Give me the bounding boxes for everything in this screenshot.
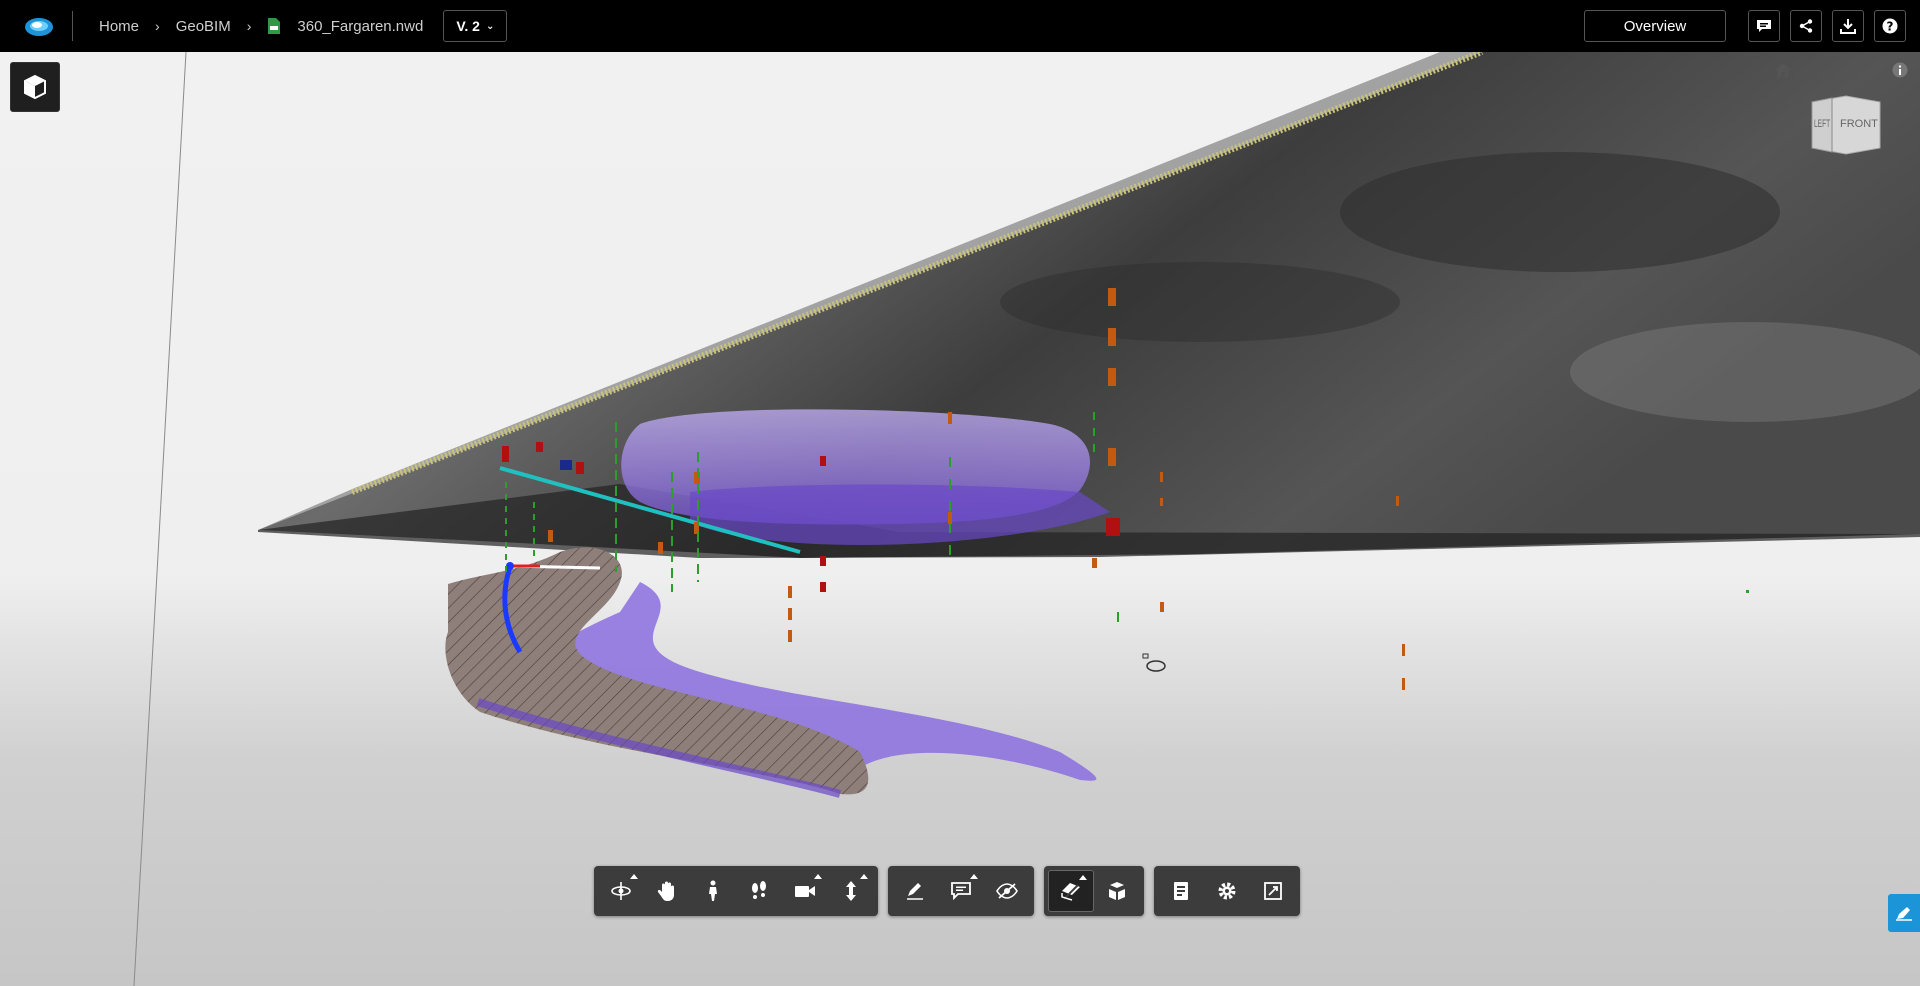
hide-tool[interactable] (984, 870, 1030, 912)
topbar-divider (72, 11, 73, 41)
explode-icon (1109, 882, 1125, 900)
model-tools-group (1044, 866, 1144, 916)
navigation-tools-group (594, 866, 878, 916)
walk-icon (709, 880, 717, 901)
breadcrumb-file[interactable]: 360_Fargaren.nwd (297, 18, 423, 35)
help-icon: ? (1882, 18, 1898, 34)
camera-icon (795, 886, 815, 897)
breadcrumb-separator: › (246, 18, 252, 34)
walk-tool[interactable] (690, 870, 736, 912)
section-icon (1061, 883, 1080, 901)
comment-icon (1757, 20, 1771, 32)
breadcrumb: Home › GeoBIM › 360_Fargaren.nwd (99, 18, 423, 35)
home-view-button[interactable] (1774, 62, 1792, 83)
markup-tool[interactable] (892, 870, 938, 912)
help-button[interactable]: ? (1874, 10, 1906, 42)
pan-tool[interactable] (644, 870, 690, 912)
settings-icon (1218, 882, 1236, 900)
breadcrumb-separator: › (155, 18, 160, 34)
version-label: V. 2 (456, 18, 480, 34)
home-icon (1775, 63, 1791, 77)
markup-panel-tab[interactable] (1888, 894, 1920, 932)
section-tool[interactable] (1048, 870, 1094, 912)
app-logo-icon[interactable] (24, 15, 54, 37)
scene-canvas[interactable] (0, 52, 1920, 986)
viewcube-front-label[interactable]: FRONT (1840, 118, 1878, 130)
comment-button[interactable] (1748, 10, 1780, 42)
comment-tool[interactable] (938, 870, 984, 912)
camera-tool[interactable] (782, 870, 828, 912)
vertical-move-icon (846, 881, 856, 901)
download-button[interactable] (1832, 10, 1864, 42)
hide-icon (996, 883, 1018, 899)
properties-icon (1174, 882, 1188, 900)
properties-tool[interactable] (1158, 870, 1204, 912)
orbit-tool[interactable] (598, 870, 644, 912)
grid-line (133, 52, 187, 986)
share-icon (1799, 19, 1813, 33)
nwd-file-icon (267, 18, 281, 34)
orbit-icon (611, 882, 631, 900)
settings-tool[interactable] (1204, 870, 1250, 912)
fullscreen-tool[interactable] (1250, 870, 1296, 912)
explode-tool[interactable] (1094, 870, 1140, 912)
purple-geobody-lower (445, 547, 1097, 798)
fullscreen-icon (1264, 882, 1282, 900)
breadcrumb-project[interactable]: GeoBIM (176, 18, 231, 35)
model-viewport[interactable]: LEFT FRONT (0, 52, 1920, 986)
download-icon (1840, 19, 1856, 34)
markup-icon (907, 883, 923, 900)
comment-icon (951, 882, 971, 900)
version-dropdown[interactable]: V. 2 ⌄ (443, 10, 508, 42)
vertical-move-tool[interactable] (828, 870, 874, 912)
footprints-icon (752, 881, 766, 899)
orbit-cursor-icon (1142, 653, 1166, 672)
info-icon (1892, 62, 1908, 78)
info-button[interactable] (1892, 62, 1908, 83)
overview-button[interactable]: Overview (1584, 10, 1726, 42)
footprints-tool[interactable] (736, 870, 782, 912)
cube-icon (24, 74, 46, 100)
settings-tools-group (1154, 866, 1300, 916)
viewer-toolbar (594, 866, 1300, 916)
chevron-down-icon: ⌄ (485, 20, 495, 32)
svg-text:?: ? (1887, 20, 1894, 34)
viewcube-left-label[interactable]: LEFT (1814, 118, 1830, 130)
terrain-surface (258, 52, 1920, 558)
breadcrumb-home[interactable]: Home (99, 18, 139, 35)
pen-icon (1896, 907, 1912, 921)
model-browser-button[interactable] (10, 62, 60, 112)
top-bar: Home › GeoBIM › 360_Fargaren.nwd V. 2 ⌄ … (0, 0, 1920, 52)
share-button[interactable] (1790, 10, 1822, 42)
viewcube[interactable]: LEFT FRONT (1810, 92, 1882, 158)
review-tools-group (888, 866, 1034, 916)
pan-icon (657, 881, 674, 901)
